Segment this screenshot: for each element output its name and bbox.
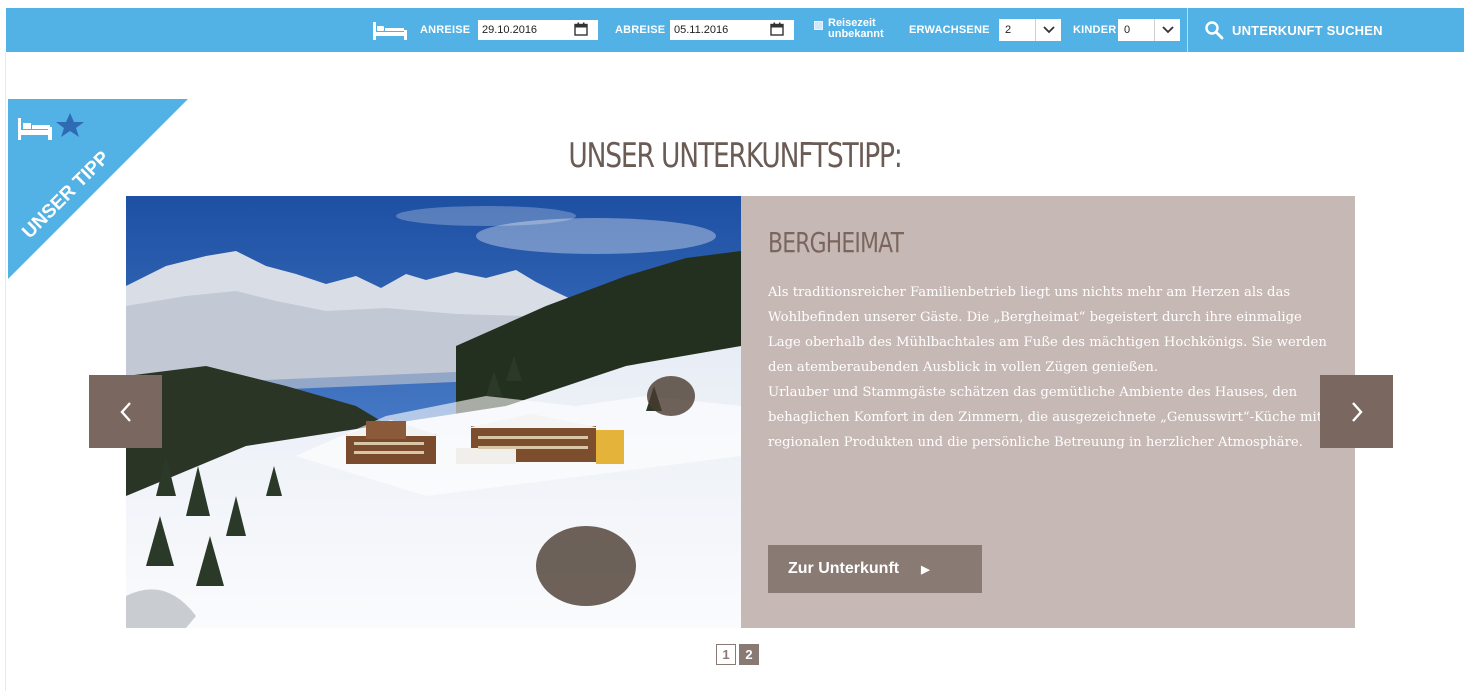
calendar-icon[interactable] bbox=[770, 22, 784, 36]
kinder-select[interactable]: 0 bbox=[1118, 19, 1180, 41]
search-icon bbox=[1205, 21, 1224, 40]
accommodation-title: BERGHEIMAT bbox=[768, 226, 904, 259]
reisezeit-unbekannt-label: Reisezeit unbekannt bbox=[828, 17, 884, 40]
anreise-label: ANREISE bbox=[420, 24, 471, 36]
erwachsene-select[interactable]: 2 bbox=[999, 19, 1061, 41]
chevron-right-icon: ▶ bbox=[921, 563, 930, 576]
page-border bbox=[5, 52, 6, 691]
page-2-button[interactable]: 2 bbox=[739, 644, 759, 665]
description-paragraph: Urlauber und Stammgäste schätzen das gem… bbox=[768, 385, 1323, 450]
chevron-right-icon bbox=[1351, 401, 1363, 422]
accommodation-description: Als traditionsreicher Familienbetrieb li… bbox=[768, 280, 1338, 455]
slider-next-button[interactable] bbox=[1320, 375, 1393, 448]
kinder-label: KINDER bbox=[1073, 24, 1117, 36]
accommodation-info-panel: BERGHEIMAT Als traditionsreicher Familie… bbox=[741, 196, 1355, 628]
abreise-label: ABREISE bbox=[615, 24, 666, 36]
section-heading: UNSER UNTERKUNFTSTIPP: bbox=[568, 136, 902, 176]
reisezeit-unbekannt-checkbox[interactable] bbox=[814, 21, 823, 30]
calendar-icon[interactable] bbox=[574, 22, 588, 36]
divider bbox=[1187, 8, 1188, 52]
hotel-photo[interactable] bbox=[126, 196, 741, 628]
accommodation-slide: BERGHEIMAT Als traditionsreicher Familie… bbox=[126, 196, 1355, 628]
slider-prev-button[interactable] bbox=[89, 375, 162, 448]
bed-icon bbox=[373, 22, 407, 40]
booking-search-bar: ANREISE 29.10.2016 ABREISE 05.11.2016 Re… bbox=[6, 8, 1464, 52]
description-paragraph: Als traditionsreicher Familienbetrieb li… bbox=[768, 285, 1327, 375]
page-1-button[interactable]: 1 bbox=[716, 644, 736, 665]
search-accommodation-button[interactable]: UNTERKUNFT SUCHEN bbox=[1204, 8, 1383, 52]
erwachsene-label: ERWACHSENE bbox=[909, 24, 990, 36]
slider-pagination: 1 2 bbox=[716, 644, 759, 665]
chevron-left-icon bbox=[119, 401, 131, 422]
zur-unterkunft-button[interactable]: Zur Unterkunft ▶ bbox=[768, 545, 982, 593]
cta-label: Zur Unterkunft bbox=[788, 560, 900, 577]
chevron-down-icon bbox=[1035, 19, 1061, 41]
chevron-down-icon bbox=[1154, 19, 1180, 41]
